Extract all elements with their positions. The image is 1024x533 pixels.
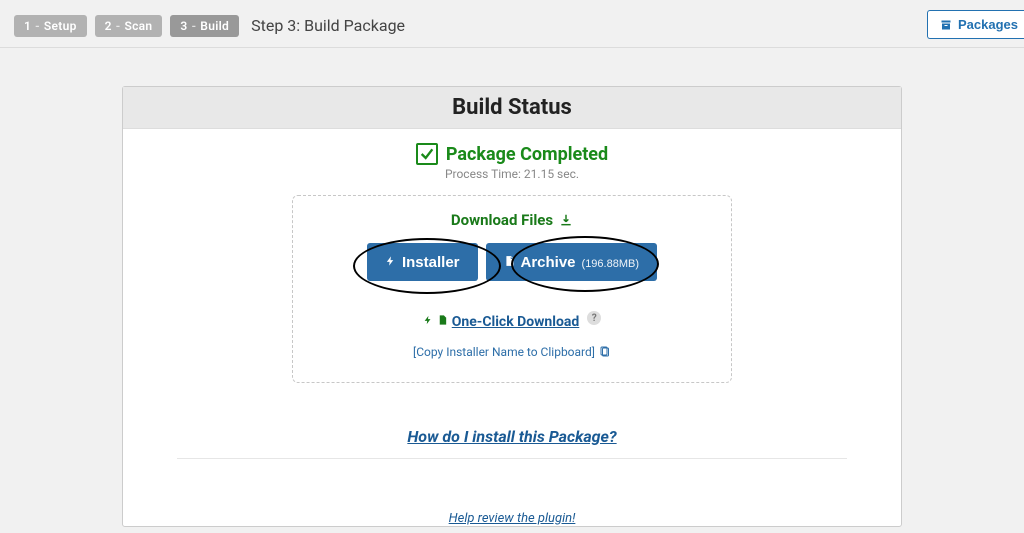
process-time: Process Time: 21.15 sec. <box>123 167 901 181</box>
copy-installer-link[interactable]: [Copy Installer Name to Clipboard] <box>413 345 611 359</box>
help-icon[interactable]: ? <box>587 311 601 325</box>
download-box: Download Files Installer Archive (196.88… <box>292 195 732 383</box>
step-label: Scan <box>124 19 152 33</box>
step-scan[interactable]: 2-Scan <box>95 15 163 37</box>
packages-button-label: Packages <box>958 17 1018 32</box>
download-buttons: Installer Archive (196.88MB) <box>311 243 713 281</box>
completed-line: Package Completed <box>123 143 901 165</box>
archive-size: (196.88MB) <box>582 258 639 270</box>
one-click-label: One-Click Download <box>452 314 580 330</box>
separator <box>177 458 846 459</box>
download-icon <box>559 213 573 227</box>
review-link[interactable]: Help review the plugin! <box>449 511 576 526</box>
step-number: 1 <box>24 19 31 33</box>
archive-label: Archive <box>521 254 576 271</box>
file-icon <box>437 313 448 331</box>
completed-text: Package Completed <box>446 144 608 165</box>
bolt-icon <box>423 313 433 331</box>
download-heading-text: Download Files <box>451 211 553 229</box>
wizard-title: Step 3: Build Package <box>251 16 405 35</box>
bolt-icon <box>385 254 396 268</box>
review-row: Help review the plugin! <box>123 507 901 526</box>
content-area: Build Status Package Completed Process T… <box>0 48 1024 527</box>
one-click-download-link[interactable]: One-Click Download <box>423 313 580 331</box>
installer-button[interactable]: Installer <box>367 243 478 281</box>
installer-label: Installer <box>402 254 460 271</box>
step-label: Build <box>200 19 229 33</box>
packages-button[interactable]: Packages <box>927 10 1024 39</box>
step-setup[interactable]: 1-Setup <box>14 15 87 37</box>
wizard-topbar: 1-Setup 2-Scan 3-Build Step 3: Build Pac… <box>0 0 1024 48</box>
panel-title: Build Status <box>123 87 901 129</box>
step-number: 3 <box>180 19 187 33</box>
how-install-row: How do I install this Package? <box>123 427 901 446</box>
wizard-steps: 1-Setup 2-Scan 3-Build <box>14 15 239 37</box>
step-label: Setup <box>44 19 77 33</box>
how-install-link[interactable]: How do I install this Package? <box>407 427 616 446</box>
clipboard-icon <box>599 346 611 358</box>
step-build[interactable]: 3-Build <box>170 15 239 37</box>
check-icon <box>416 143 438 165</box>
one-click-row: One-Click Download ? <box>311 295 713 331</box>
step-number: 2 <box>105 19 112 33</box>
archive-box-icon <box>940 19 952 31</box>
copy-installer-text: [Copy Installer Name to Clipboard] <box>413 345 595 359</box>
archive-button[interactable]: Archive (196.88MB) <box>486 243 658 281</box>
build-status-panel: Build Status Package Completed Process T… <box>122 86 902 527</box>
download-heading: Download Files <box>451 211 573 229</box>
file-icon <box>504 254 515 268</box>
